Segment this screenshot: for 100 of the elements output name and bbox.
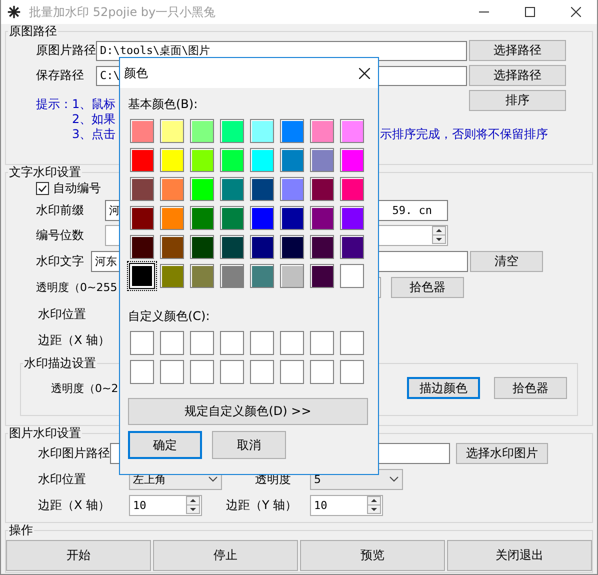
field-label: 水印图片路径 (38, 444, 110, 462)
color-swatch[interactable] (220, 148, 244, 172)
color-swatch[interactable] (310, 177, 334, 201)
color-swatch[interactable] (280, 119, 304, 143)
color-swatch[interactable] (220, 177, 244, 201)
field-label: 边距（X 轴） (38, 496, 112, 514)
color-swatch[interactable] (130, 360, 154, 384)
color-swatch[interactable] (190, 177, 214, 201)
color-swatch[interactable] (280, 177, 304, 201)
color-swatch[interactable] (340, 206, 364, 230)
color-swatch[interactable] (220, 119, 244, 143)
tip-heading: 提示： (36, 97, 72, 112)
color-swatch[interactable] (160, 119, 184, 143)
color-swatch[interactable] (220, 264, 244, 288)
outline-color-button[interactable]: 描边颜色 (407, 377, 480, 399)
color-swatch[interactable] (130, 235, 154, 259)
action-button[interactable]: 停止 (153, 540, 298, 571)
color-swatch[interactable] (250, 148, 274, 172)
color-swatch[interactable] (250, 206, 274, 230)
color-swatch[interactable] (130, 119, 154, 143)
color-swatch[interactable] (340, 331, 364, 355)
color-swatch[interactable] (280, 360, 304, 384)
stepper-icon[interactable] (432, 226, 446, 244)
color-swatch[interactable] (250, 177, 274, 201)
color-swatch[interactable] (280, 331, 304, 355)
number-field[interactable]: 10 (129, 494, 202, 516)
number-field[interactable]: 10 (310, 494, 383, 516)
color-swatch[interactable] (340, 235, 364, 259)
color-swatch[interactable] (340, 177, 364, 201)
cancel-button[interactable]: 取消 (212, 431, 286, 459)
caret-icon (389, 476, 399, 482)
color-swatch[interactable] (130, 331, 154, 355)
close-icon[interactable] (359, 68, 370, 78)
define-custom-colors-button[interactable]: 规定自定义颜色(D) >> (128, 398, 368, 425)
color-swatch[interactable] (160, 331, 184, 355)
color-swatch[interactable] (310, 331, 334, 355)
color-swatch[interactable] (340, 119, 364, 143)
color-swatch[interactable] (130, 177, 154, 201)
color-swatch[interactable] (310, 148, 334, 172)
color-swatch[interactable] (280, 264, 304, 288)
color-swatch[interactable] (130, 206, 154, 230)
color-picker-button[interactable]: 拾色器 (391, 277, 464, 298)
choose-image-button[interactable]: 选择水印图片 (456, 442, 548, 464)
choose-path-button[interactable]: 选择路径 (469, 65, 566, 86)
group-title: 图片水印设置 (8, 426, 82, 440)
color-swatch[interactable] (220, 331, 244, 355)
color-swatch[interactable] (340, 360, 364, 384)
maximize-icon[interactable] (525, 7, 535, 17)
color-swatch[interactable] (280, 206, 304, 230)
color-swatch[interactable] (280, 148, 304, 172)
color-swatch[interactable] (310, 206, 334, 230)
close-icon[interactable] (571, 7, 581, 17)
color-swatch[interactable] (310, 119, 334, 143)
color-swatch[interactable] (250, 331, 274, 355)
color-swatch[interactable] (220, 206, 244, 230)
action-button[interactable]: 关闭退出 (447, 540, 592, 571)
action-button[interactable]: 预览 (300, 540, 445, 571)
field-label: 原图片路径 (36, 42, 96, 59)
color-swatch[interactable] (160, 148, 184, 172)
color-swatch[interactable] (160, 177, 184, 201)
color-picker-button[interactable]: 拾色器 (494, 377, 567, 399)
color-swatch[interactable] (250, 360, 274, 384)
action-button[interactable]: 开始 (6, 540, 151, 571)
color-swatch[interactable] (310, 360, 334, 384)
stepper-icon[interactable] (367, 496, 381, 514)
color-swatch[interactable] (160, 264, 184, 288)
color-swatch[interactable] (310, 235, 334, 259)
group-title: 水印描边设置 (23, 356, 97, 370)
stepper-icon[interactable] (186, 496, 200, 514)
color-swatch[interactable] (220, 360, 244, 384)
tip-text: 2、如果 (72, 112, 116, 127)
color-swatch[interactable] (190, 119, 214, 143)
color-swatch[interactable] (250, 119, 274, 143)
color-swatch[interactable] (250, 235, 274, 259)
group-title: 操作 (8, 523, 34, 537)
color-swatch[interactable] (190, 331, 214, 355)
clear-button[interactable]: 清空 (470, 250, 543, 272)
color-swatch[interactable] (190, 206, 214, 230)
ok-button[interactable]: 确定 (128, 431, 202, 459)
color-swatch[interactable] (340, 148, 364, 172)
checkbox[interactable] (36, 182, 49, 195)
field-label: 透明度（0~255 (36, 280, 118, 295)
sort-button[interactable]: 排序 (469, 90, 566, 110)
color-swatch[interactable] (190, 264, 214, 288)
choose-path-button[interactable]: 选择路径 (469, 40, 566, 61)
color-swatch[interactable] (130, 148, 154, 172)
color-swatch[interactable] (340, 264, 364, 288)
color-swatch[interactable] (160, 235, 184, 259)
color-swatch[interactable] (310, 264, 334, 288)
color-swatch[interactable] (250, 264, 274, 288)
color-swatch[interactable] (190, 235, 214, 259)
color-swatch[interactable] (160, 360, 184, 384)
section-label: 自定义颜色(C): (128, 308, 211, 325)
color-swatch[interactable] (160, 206, 184, 230)
color-swatch[interactable] (190, 148, 214, 172)
field-label: 保存路径 (36, 67, 85, 84)
field-label: 边距（Y 轴） (226, 496, 298, 514)
color-swatch[interactable] (220, 235, 244, 259)
color-swatch[interactable] (190, 360, 214, 384)
color-swatch[interactable] (280, 235, 304, 259)
